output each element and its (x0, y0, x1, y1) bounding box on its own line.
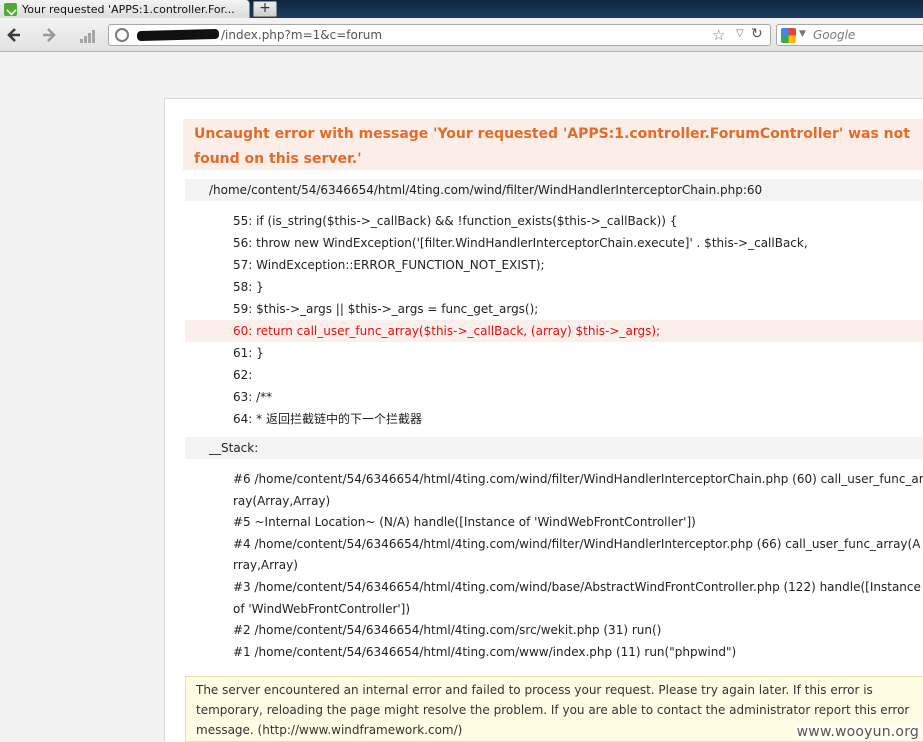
code-line: 62: (233, 368, 253, 382)
code-line: 58: } (233, 280, 264, 294)
code-line: 63: /** (233, 390, 273, 404)
navigation-bar: /index.php?m=1&c=forum ☆ ▽ ↻ ▼ Google (0, 18, 923, 52)
reload-icon[interactable]: ↻ (751, 26, 763, 42)
browser-tab[interactable]: Your requested 'APPS:1.controller.For... (0, 0, 250, 18)
stack-heading: __Stack: (185, 437, 923, 459)
code-line: 64: * 返回拦截链中的下一个拦截器 (233, 412, 422, 426)
arrow-left-icon (7, 28, 20, 42)
url-text: /index.php?m=1&c=forum (221, 28, 383, 42)
error-file-path: /home/content/54/6346654/html/4ting.com/… (185, 179, 923, 201)
bookmark-star-icon[interactable]: ☆ (712, 26, 725, 44)
stack-line: #3 /home/content/54/6346654/html/4ting.c… (233, 579, 921, 616)
code-line: 56: throw new WindException('[filter.Win… (233, 236, 808, 250)
stack-trace: #6 /home/content/54/6346654/html/4ting.c… (185, 469, 923, 663)
forward-button[interactable] (38, 24, 60, 46)
signal-bars-icon (80, 29, 96, 43)
chevron-down-icon[interactable]: ▽ (736, 28, 744, 39)
new-tab-button[interactable]: + (253, 1, 277, 17)
watermark: www.wooyun.org (794, 724, 921, 740)
tab-bar: Your requested 'APPS:1.controller.For...… (0, 0, 923, 18)
search-bar[interactable]: ▼ Google (776, 24, 923, 46)
stack-line: #5 ~Internal Location~ (N/A) handle([Ins… (233, 515, 696, 530)
arrow-right-icon (43, 28, 56, 42)
code-line: 59: $this->_args || $this->_args = func_… (233, 302, 539, 316)
code-line: 57: WindException::ERROR_FUNCTION_NOT_EX… (233, 258, 545, 272)
google-icon[interactable] (781, 28, 796, 43)
site-favicon-icon (4, 2, 17, 16)
code-line: 61: } (233, 346, 264, 360)
search-engine-dropdown-icon[interactable]: ▼ (799, 29, 806, 39)
error-title: Uncaught error with message 'Your reques… (183, 119, 923, 170)
globe-icon (115, 28, 129, 42)
stack-line: #2 /home/content/54/6346654/html/4ting.c… (233, 623, 662, 638)
tab-title: Your requested 'APPS:1.controller.For... (22, 2, 235, 16)
back-button[interactable] (3, 24, 25, 46)
error-panel: Uncaught error with message 'Your reques… (164, 98, 923, 742)
address-bar[interactable]: /index.php?m=1&c=forum ☆ ▽ ↻ (108, 24, 771, 46)
code-line-highlighted: 60: return call_user_func_array($this->_… (185, 320, 923, 342)
stack-line: #4 /home/content/54/6346654/html/4ting.c… (233, 536, 921, 573)
stack-line: #6 /home/content/54/6346654/html/4ting.c… (233, 472, 923, 508)
code-excerpt: 55: if (is_string($this->_callBack) && !… (185, 210, 923, 430)
stack-line: #1 /home/content/54/6346654/html/4ting.c… (233, 644, 737, 659)
redacted-domain (136, 28, 220, 42)
code-line: 55: if (is_string($this->_callBack) && !… (233, 214, 678, 228)
search-placeholder: Google (813, 28, 856, 42)
